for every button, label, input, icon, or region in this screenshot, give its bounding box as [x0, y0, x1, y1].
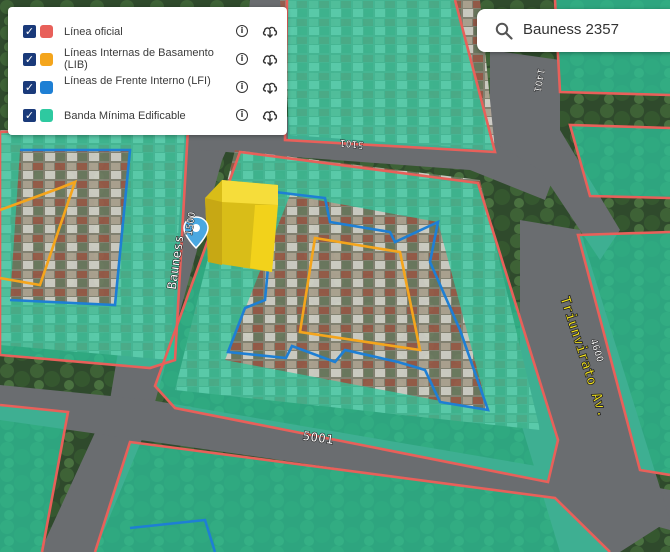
legend-row-lfi[interactable]: ✓ Líneas de Frente Interno (LFI) i	[8, 73, 287, 101]
checkbox-lib[interactable]: ✓	[23, 53, 36, 66]
legend-row-lib[interactable]: ✓ Líneas Internas de Basamento (LIB) i	[8, 45, 287, 73]
checkbox-lfi[interactable]: ✓	[23, 81, 36, 94]
info-icon[interactable]: i	[236, 25, 248, 37]
info-icon[interactable]: i	[236, 53, 248, 65]
legend-label-lfi: Líneas de Frente Interno (LFI)	[64, 75, 211, 87]
legend-label-lib: Líneas Internas de Basamento (LIB)	[64, 47, 214, 71]
legend-row-banda[interactable]: ✓ Banda Mínima Edificable i	[8, 101, 287, 129]
search-input[interactable]: Bauness 2357	[523, 21, 619, 38]
info-icon[interactable]: i	[236, 109, 248, 121]
cloud-download-icon[interactable]	[262, 108, 278, 122]
swatch-banda	[40, 109, 53, 122]
search-icon[interactable]	[495, 22, 513, 40]
building-3d	[205, 180, 278, 272]
swatch-linea-oficial	[40, 25, 53, 38]
swatch-lfi	[40, 81, 53, 94]
map-app: Bauness 1500 Triunvirato Av. 4600 5001 5…	[0, 0, 670, 552]
checkbox-linea-oficial[interactable]: ✓	[23, 25, 36, 38]
swatch-lib	[40, 53, 53, 66]
legend-label-banda: Banda Mínima Edificable	[64, 110, 186, 122]
info-icon[interactable]: i	[236, 81, 248, 93]
cloud-download-icon[interactable]	[262, 80, 278, 94]
legend-label-linea-oficial: Línea oficial	[64, 26, 123, 38]
legend-row-linea-oficial[interactable]: ✓ Línea oficial i	[8, 17, 287, 45]
cloud-download-icon[interactable]	[262, 24, 278, 38]
layer-legend-panel: ✓ Línea oficial i ✓ Líneas Internas de B…	[8, 7, 287, 135]
cloud-download-icon[interactable]	[262, 52, 278, 66]
address-search-box[interactable]: Bauness 2357	[477, 9, 670, 52]
checkbox-banda[interactable]: ✓	[23, 109, 36, 122]
